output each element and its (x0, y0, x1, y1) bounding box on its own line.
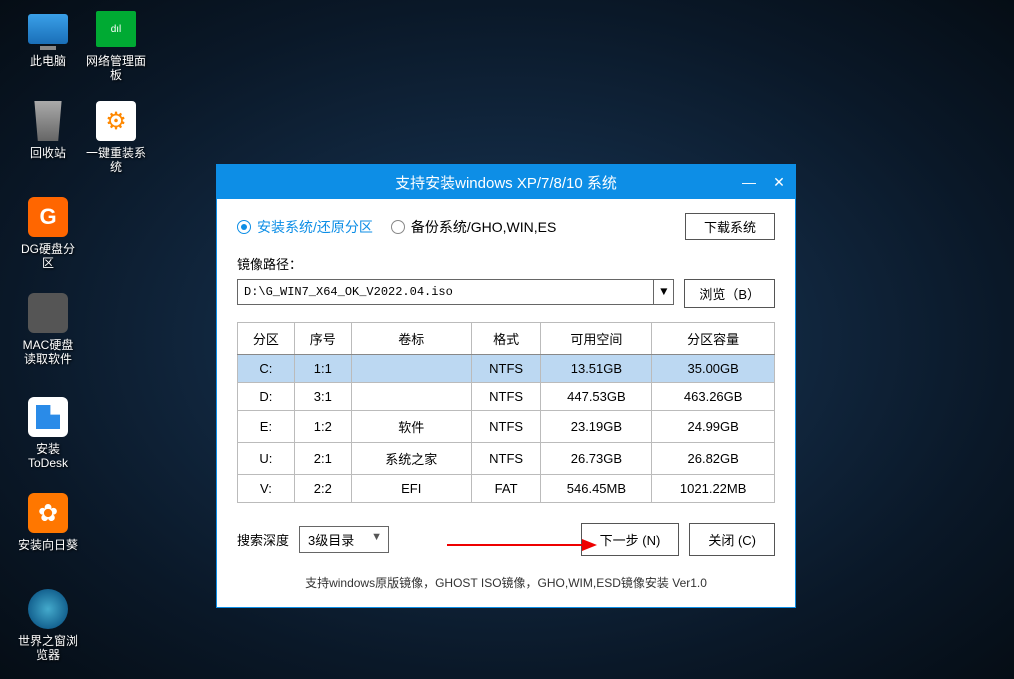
recycle-icon (31, 101, 65, 141)
cell: NTFS (471, 355, 541, 383)
icon-label: MAC硬盘读取软件 (18, 338, 78, 366)
icon-label: 一键重装系统 (86, 146, 146, 174)
th-label: 卷标 (351, 323, 471, 355)
next-button[interactable]: 下一步 (N) (581, 523, 680, 556)
depth-label: 搜索深度 (237, 530, 289, 549)
icon-label: 安装向日葵 (18, 538, 78, 552)
minimize-button[interactable]: — (741, 174, 757, 190)
cell: NTFS (471, 443, 541, 475)
cell: 软件 (351, 411, 471, 443)
globe-icon (28, 589, 68, 629)
radio-dot-icon (237, 220, 251, 234)
table-row[interactable]: E:1:2软件NTFS23.19GB24.99GB (238, 411, 775, 443)
icon-label: 网络管理面板 (86, 54, 146, 82)
radio-install[interactable]: 安装系统/还原分区 (237, 217, 373, 237)
partition-table: 分区 序号 卷标 格式 可用空间 分区容量 C:1:1NTFS13.51GB35… (237, 322, 775, 503)
cell: NTFS (471, 411, 541, 443)
desktop-icon-dg[interactable]: G DG硬盘分区 (18, 196, 78, 270)
window-title: 支持安装windows XP/7/8/10 系统 (395, 172, 617, 193)
cell: 463.26GB (652, 383, 775, 411)
titlebar[interactable]: 支持安装windows XP/7/8/10 系统 — ✕ (217, 165, 795, 199)
cell: 26.82GB (652, 443, 775, 475)
cell: 2:2 (294, 475, 351, 503)
table-row[interactable]: D:3:1 NTFS447.53GB463.26GB (238, 383, 775, 411)
cell: V: (238, 475, 295, 503)
cell: D: (238, 383, 295, 411)
th-index: 序号 (294, 323, 351, 355)
table-row[interactable]: U:2:1系统之家NTFS26.73GB26.82GB (238, 443, 775, 475)
cell: 3:1 (294, 383, 351, 411)
table-header-row: 分区 序号 卷标 格式 可用空间 分区容量 (238, 323, 775, 355)
radio-label: 安装系统/还原分区 (257, 217, 373, 237)
cell: 35.00GB (652, 355, 775, 383)
cell: U: (238, 443, 295, 475)
cell: 546.45MB (541, 475, 652, 503)
desktop-icon-todesk[interactable]: 安装ToDesk (18, 396, 78, 470)
th-partition: 分区 (238, 323, 295, 355)
table-row[interactable]: V:2:2EFIFAT546.45MB1021.22MB (238, 475, 775, 503)
desktop-icon-reinstall[interactable]: 一键重装系统 (86, 100, 146, 174)
cell: EFI (351, 475, 471, 503)
cell: 13.51GB (541, 355, 652, 383)
desktop-icon-browser[interactable]: 世界之窗浏览器 (18, 588, 78, 662)
desktop-icon-mac[interactable]: MAC硬盘读取软件 (18, 292, 78, 366)
table-row[interactable]: C:1:1 NTFS13.51GB35.00GB (238, 355, 775, 383)
panel-icon (96, 11, 136, 47)
cell: 1:2 (294, 411, 351, 443)
radio-dot-icon (391, 220, 405, 234)
desktop-icon-this-pc[interactable]: 此电脑 (18, 8, 78, 68)
gear-icon (96, 101, 136, 141)
icon-label: 世界之窗浏览器 (18, 634, 78, 662)
close-dialog-button[interactable]: 关闭 (C) (689, 523, 775, 556)
path-value: D:\G_WIN7_X64_OK_V2022.04.iso (244, 285, 453, 299)
th-cap: 分区容量 (652, 323, 775, 355)
icon-label: 此电脑 (18, 54, 78, 68)
sunflower-icon: ✿ (28, 493, 68, 533)
desktop-icon-sunflower[interactable]: ✿ 安装向日葵 (18, 492, 78, 552)
desktop-icon-recycle[interactable]: 回收站 (18, 100, 78, 160)
cell: 24.99GB (652, 411, 775, 443)
cell: E: (238, 411, 295, 443)
todesk-icon (28, 397, 68, 437)
icon-label: 安装ToDesk (18, 442, 78, 470)
cell: 1:1 (294, 355, 351, 383)
installer-window: 支持安装windows XP/7/8/10 系统 — ✕ 安装系统/还原分区 备… (216, 164, 796, 608)
dg-icon: G (28, 197, 68, 237)
cell: 23.19GB (541, 411, 652, 443)
pc-icon (28, 14, 68, 44)
path-label: 镜像路径： (237, 254, 775, 273)
cell (351, 355, 471, 383)
depth-select[interactable]: 3级目录 (299, 526, 389, 553)
browse-button[interactable]: 浏览（B） (684, 279, 775, 308)
cell: NTFS (471, 383, 541, 411)
cell: 2:1 (294, 443, 351, 475)
th-format: 格式 (471, 323, 541, 355)
icon-label: DG硬盘分区 (18, 242, 78, 270)
cell: FAT (471, 475, 541, 503)
close-button[interactable]: ✕ (771, 174, 787, 191)
desktop-icon-net-panel[interactable]: 网络管理面板 (86, 8, 146, 82)
cell: 系统之家 (351, 443, 471, 475)
th-free: 可用空间 (541, 323, 652, 355)
cell: 26.73GB (541, 443, 652, 475)
annotation-arrow (447, 536, 597, 544)
apple-icon (28, 293, 68, 333)
cell (351, 383, 471, 411)
icon-label: 回收站 (18, 146, 78, 160)
cell: C: (238, 355, 295, 383)
chevron-down-icon[interactable]: ▼ (653, 280, 673, 304)
cell: 447.53GB (541, 383, 652, 411)
radio-label: 备份系统/GHO,WIN,ES (411, 217, 556, 237)
depth-value: 3级目录 (308, 533, 354, 548)
footer-text: 支持windows原版镜像，GHOST ISO镜像，GHO,WIM,ESD镜像安… (237, 566, 775, 597)
path-input[interactable]: D:\G_WIN7_X64_OK_V2022.04.iso ▼ (237, 279, 674, 305)
download-button[interactable]: 下载系统 (685, 213, 775, 240)
radio-backup[interactable]: 备份系统/GHO,WIN,ES (391, 217, 556, 237)
cell: 1021.22MB (652, 475, 775, 503)
